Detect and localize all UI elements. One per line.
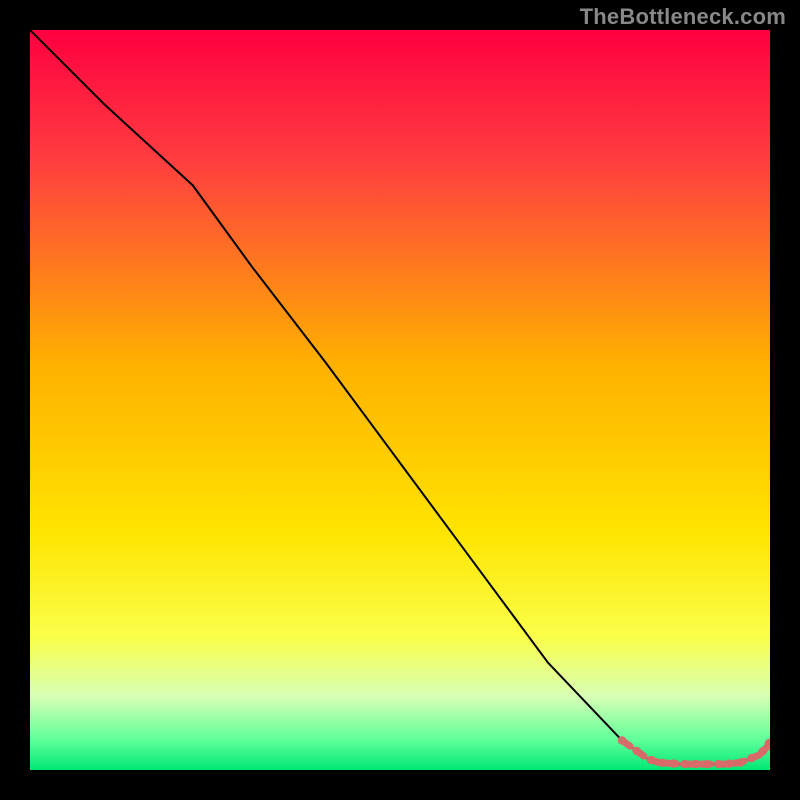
marker-dot: [736, 758, 744, 766]
marker-dot: [618, 736, 626, 744]
marker-dot: [692, 760, 700, 768]
chart-frame: TheBottleneck.com: [0, 0, 800, 800]
marker-dot: [703, 760, 711, 768]
marker-dot: [681, 760, 689, 768]
marker-dot: [725, 760, 733, 768]
marker-dot: [747, 754, 755, 762]
gradient-background: [30, 30, 770, 770]
chart-canvas: [30, 30, 770, 770]
marker-dot: [647, 756, 655, 764]
marker-dot: [758, 747, 766, 755]
marker-dot: [659, 759, 667, 767]
marker-dot: [633, 747, 641, 755]
marker-dot: [714, 760, 722, 768]
watermark-text: TheBottleneck.com: [580, 4, 786, 30]
marker-dot: [670, 759, 678, 767]
